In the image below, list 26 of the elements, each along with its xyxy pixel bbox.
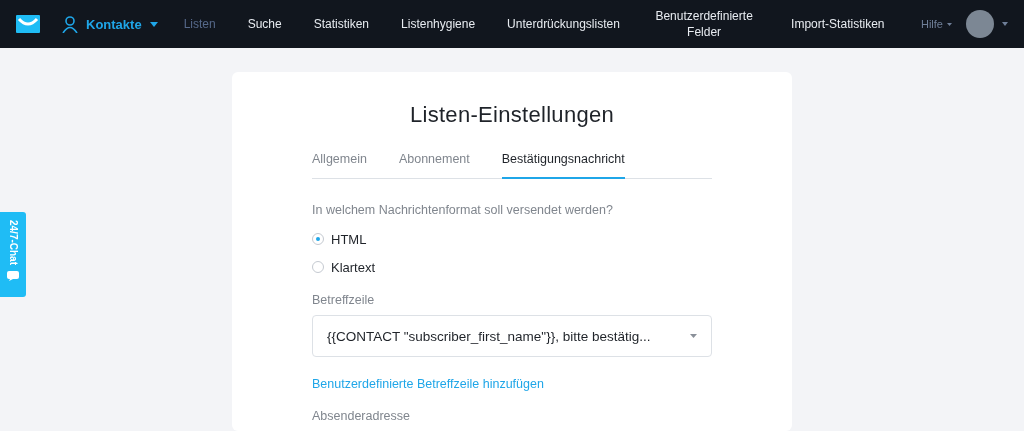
caret-icon xyxy=(690,334,697,338)
caret-icon xyxy=(947,22,952,26)
nav-link[interactable]: Statistiken xyxy=(313,16,370,32)
subject-dropdown[interactable]: {{CONTACT "subscriber_first_name"}}, bitte bestätig... xyxy=(312,315,712,357)
question-text: In welchem Nachrichtenformat soll versendet werden? xyxy=(312,203,614,217)
person-icon xyxy=(62,15,78,33)
caret-icon[interactable] xyxy=(1002,22,1008,26)
radio-label: Klartext xyxy=(331,259,376,275)
nav-link[interactable]: Unterdrückungslisten xyxy=(507,16,618,32)
tab[interactable]: Allgemein xyxy=(312,152,367,179)
nav-link[interactable]: Listenhygiene xyxy=(401,16,476,32)
nav-link[interactable]: Benutzerdefinierte Felder xyxy=(649,8,760,40)
avatar-icon[interactable] xyxy=(966,10,994,38)
help-menu[interactable]: Hilfe xyxy=(921,18,952,30)
tab[interactable]: Bestätigungsnachricht xyxy=(501,152,625,179)
envelope-logo-icon[interactable] xyxy=(16,15,40,33)
field-label: Absenderadresse xyxy=(312,409,411,423)
caret-icon xyxy=(149,21,158,27)
nav-link[interactable]: Import-Statistiken xyxy=(791,16,885,32)
contacts-menu[interactable]: Kontakte xyxy=(62,15,158,33)
chat-bubble-icon xyxy=(7,271,19,281)
radio-label: HTML xyxy=(331,231,367,247)
tab[interactable]: Abonnement xyxy=(398,152,470,179)
page-title: Listen-Einstellungen xyxy=(408,102,616,128)
field-label: Betreffzeile xyxy=(312,293,376,307)
nav-link[interactable]: Suche xyxy=(247,16,282,32)
